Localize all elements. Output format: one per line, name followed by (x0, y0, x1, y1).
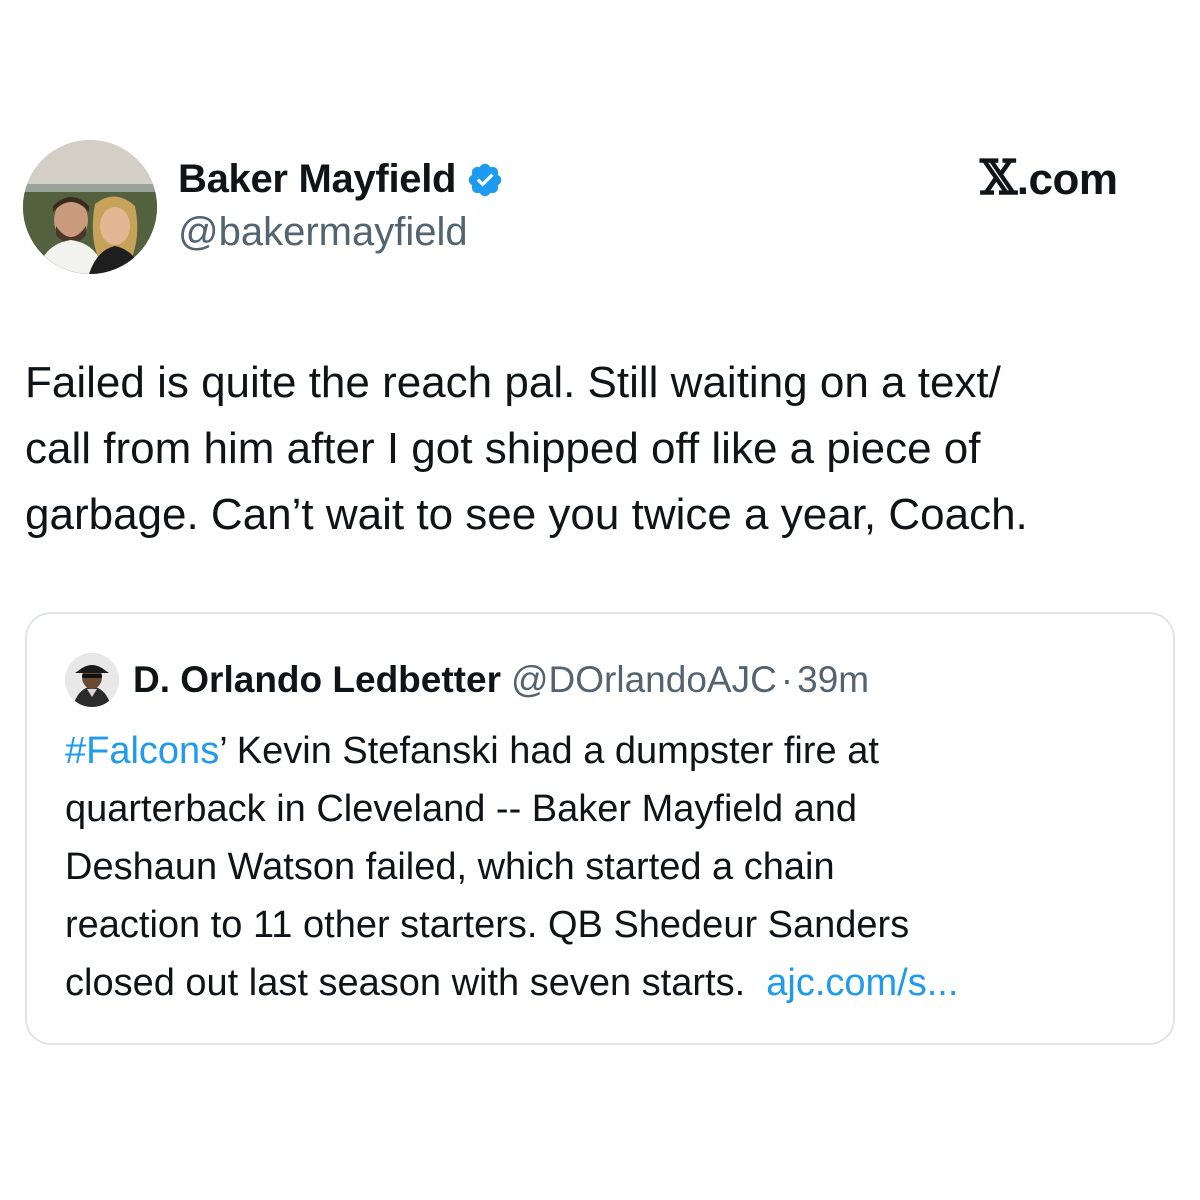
verified-badge-icon (466, 161, 504, 199)
author-avatar[interactable] (23, 140, 157, 274)
author-display-name[interactable]: Baker Mayfield (178, 157, 456, 202)
quoted-text-line: quarterback in Cleveland -- Baker Mayfie… (65, 788, 858, 830)
quoted-text-line: Deshaun Watson failed, which started a c… (65, 846, 835, 888)
quoted-tweet-card[interactable]: D. Orlando Ledbetter @DOrlandoAJC · 39m #F… (25, 612, 1175, 1045)
quoted-author-avatar[interactable] (65, 653, 119, 707)
quoted-text-line: #Falcons’ Kevin Stefanski had a dumpster… (65, 722, 1145, 780)
x-logo-icon: 𝕏 (980, 150, 1017, 206)
quoted-tweet-text: #Falcons’ Kevin Stefanski had a dumpster… (65, 722, 1145, 1012)
quoted-tweet-header: D. Orlando Ledbetter @DOrlandoAJC · 39m (65, 652, 869, 708)
quoted-text-fragment: closed out last season with seven starts… (65, 962, 746, 1004)
quoted-text-fragment: ’ Kevin Stefanski had a dumpster fire at (219, 730, 879, 772)
tweet-text: Failed is quite the reach pal. Still wai… (25, 350, 1175, 548)
tweet-text-line: garbage. Can’t wait to see you twice a y… (25, 490, 1028, 539)
x-logo-suffix: .com (1016, 155, 1118, 204)
quoted-text-line: reaction to 11 other starters. QB Shedeu… (65, 904, 910, 946)
author-handle[interactable]: @bakermayfield (178, 210, 468, 255)
tweet-text-line: Failed is quite the reach pal. Still wai… (25, 358, 1001, 407)
quoted-timestamp[interactable]: 39m (797, 659, 869, 701)
quoted-text-line: closed out last season with seven starts… (65, 954, 1145, 1012)
author-name-row: Baker Mayfield (178, 153, 504, 205)
profile-photo-icon (65, 653, 119, 707)
article-link[interactable]: ajc.com/s... (766, 962, 958, 1004)
tweet-text-line: call from him after I got shipped off li… (25, 424, 981, 473)
quoted-author-handle[interactable]: @DOrlandoAJC (511, 659, 777, 701)
quoted-separator: · (780, 659, 794, 700)
profile-photo-icon (23, 140, 157, 274)
x-com-logo: 𝕏.com (980, 150, 1118, 206)
quoted-author-display-name[interactable]: D. Orlando Ledbetter (133, 659, 501, 701)
hashtag-link[interactable]: #Falcons (65, 730, 219, 772)
